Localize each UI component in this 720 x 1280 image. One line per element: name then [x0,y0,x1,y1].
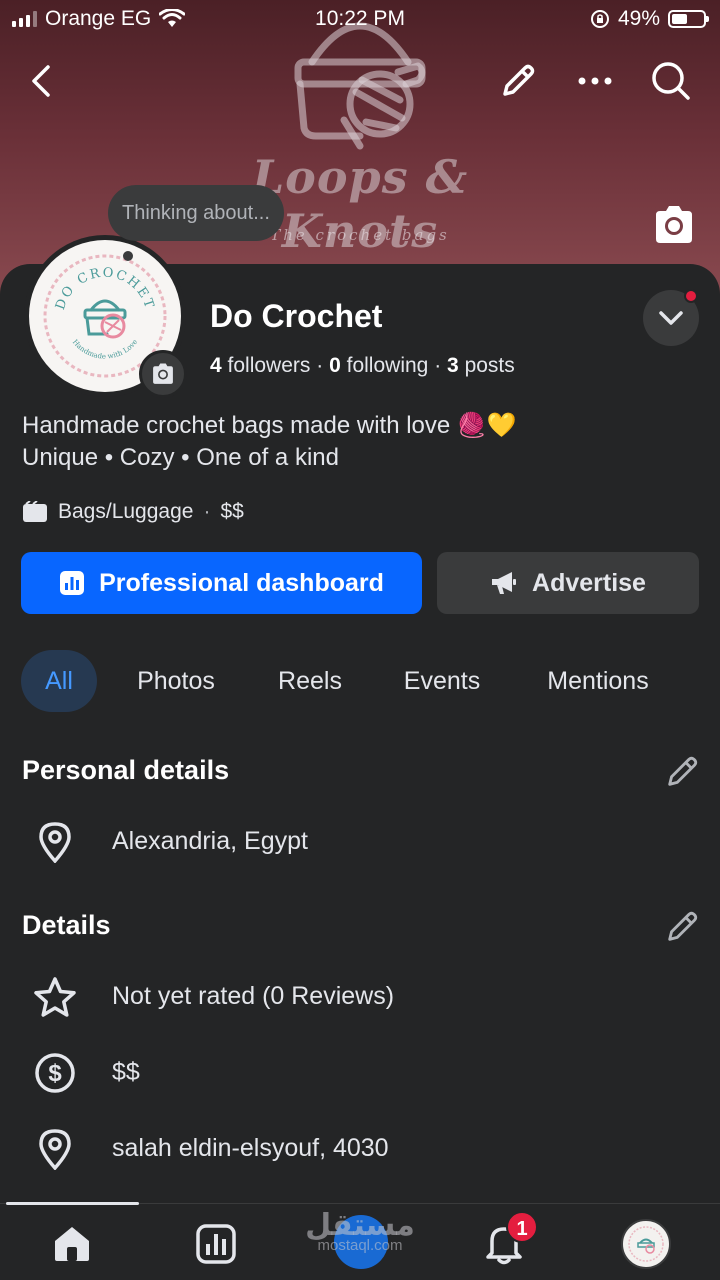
home-icon [55,1227,89,1261]
avatar-top-text: DO CROCHET [53,265,155,311]
thinking-bubble-tail [123,251,133,261]
profile-stats: 4 followers · 0 following · 3 posts [210,354,515,378]
category-row: Bags/Luggage · $$ [22,500,244,524]
thinking-bubble[interactable]: Thinking about... [108,185,284,241]
category-separator: · [203,500,211,523]
stats-separator: · [316,354,324,377]
address-text: salah eldin-elsyouf, 4030 [112,1134,389,1162]
more-dots-icon [578,77,612,85]
watermark-latin: mostaql.com [317,1237,403,1254]
edit-personal-details-button[interactable] [664,754,700,790]
details-title: Details [22,910,111,940]
personal-details-title: Personal details [22,755,230,785]
svg-text:Handmade with Love: Handmade with Love [71,338,139,361]
status-bar: Orange EG 10:22 PM 49% [0,0,720,38]
edit-details-button[interactable] [664,909,700,945]
address-row[interactable]: salah eldin-elsyouf, 4030 [0,1124,720,1174]
battery-percent: 49% [617,7,660,30]
followers-label[interactable]: followers [228,354,311,377]
category-icon [23,501,47,522]
edit-avatar-button[interactable] [139,350,187,398]
pencil-icon [503,64,535,96]
bio-line-2: Unique • Cozy • One of a kind [22,444,339,471]
price-text: $$ [112,1058,140,1086]
nav-dashboard[interactable] [188,1216,244,1272]
do-crochet-logo-icon [628,1226,664,1262]
advertise-button[interactable]: Advertise [437,552,699,614]
nav-home[interactable] [44,1216,100,1272]
followers-count[interactable]: 4 [210,354,222,377]
edit-cover-photo-button[interactable] [652,205,696,245]
avatar-bottom-text: Handmade with Love [71,338,139,361]
tab-mentions[interactable]: Mentions [521,650,675,712]
camera-icon [153,363,173,384]
page-name: Do Crochet [210,298,383,334]
category-price: $$ [220,500,244,523]
chevron-down-icon [659,311,683,325]
battery-icon [668,10,709,28]
following-count[interactable]: 0 [329,354,341,377]
edit-profile-button[interactable] [495,58,541,104]
nav-profile[interactable] [618,1216,674,1272]
dashboard-icon [196,1224,236,1264]
bio-line-1: Handmade crochet bags made with love 🧶💛 [22,412,517,439]
posts-label[interactable]: posts [465,354,515,377]
category-name: Bags/Luggage [58,500,194,523]
active-tab-indicator [6,1202,139,1205]
pencil-icon [668,756,698,786]
stats-separator: · [434,354,442,377]
svg-text:DO CROCHET: DO CROCHET [53,265,157,311]
professional-dashboard-label: Professional dashboard [99,568,384,597]
mini-avatar [621,1219,671,1269]
professional-dashboard-button[interactable]: Professional dashboard [21,552,422,614]
camera-icon [656,206,692,243]
bio: Handmade crochet bags made with love 🧶💛 … [22,410,517,474]
location-text: Alexandria, Egypt [112,827,308,855]
posts-count[interactable]: 3 [447,354,459,377]
back-button[interactable] [18,58,64,104]
star-icon [34,977,76,1017]
dashboard-chart-icon [60,571,85,595]
location-pin-icon [39,1129,71,1170]
more-options-button[interactable] [572,58,618,104]
chevron-left-icon [32,65,50,97]
notification-dot [684,289,698,303]
dollar-circle-icon: $ [35,1053,75,1093]
location-row: Alexandria, Egypt [0,817,720,867]
svg-text:$: $ [48,1060,62,1087]
search-icon [652,62,690,100]
tab-all[interactable]: All [21,650,97,712]
tab-photos[interactable]: Photos [115,650,237,712]
tab-reels[interactable]: Reels [255,650,365,712]
orientation-lock-icon [590,10,609,28]
location-pin-icon [39,822,71,863]
megaphone-icon [492,572,517,594]
rating-row[interactable]: Not yet rated (0 Reviews) [0,972,720,1022]
tab-events[interactable]: Events [383,650,501,712]
advertise-label: Advertise [532,568,646,597]
search-button[interactable] [648,58,694,104]
notifications-badge: 1 [506,1211,538,1243]
rating-text: Not yet rated (0 Reviews) [112,982,395,1010]
profile-tabs: All Photos Reels Events Mentions [21,650,720,712]
following-label[interactable]: following [347,354,429,377]
pencil-icon [668,911,698,941]
watermark: مستقل mostaql.com [300,1208,420,1254]
price-row: $ $$ [0,1048,720,1098]
